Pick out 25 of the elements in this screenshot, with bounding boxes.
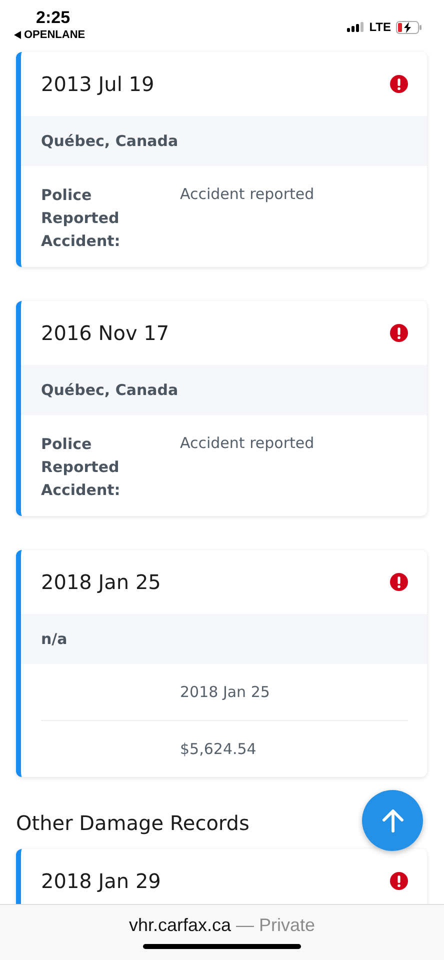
record-date: 2018 Jan 25 — [41, 570, 161, 594]
browsing-mode-label: — Private — [236, 915, 316, 935]
url-domain: vhr.carfax.ca — [128, 915, 231, 935]
network-label: LTE — [369, 20, 391, 34]
detail-value: 2018 Jan 25 — [180, 682, 270, 702]
detail-label: Police Reported Accident: — [41, 185, 122, 252]
back-arrow-icon[interactable] — [14, 31, 21, 39]
detail-label: Police Reported Accident: — [41, 434, 122, 501]
record-date: 2018 Jan 29 — [41, 869, 161, 893]
signal-icon — [347, 22, 364, 32]
detail-value: $5,624.54 — [180, 739, 256, 759]
record-date: 2016 Nov 17 — [41, 321, 170, 345]
status-time: 2:25 — [35, 8, 72, 28]
section-heading: Other Damage Records — [16, 811, 250, 835]
scroll-to-top-button[interactable] — [362, 790, 423, 851]
back-app-link[interactable]: OPENLANE — [24, 29, 86, 41]
address-bar[interactable]: vhr.carfax.ca — Private — [0, 904, 444, 960]
location-text: Québec, Canada — [41, 381, 178, 399]
arrow-up-icon — [382, 808, 404, 832]
record-date: 2013 Jul 19 — [41, 72, 154, 96]
location-text: n/a — [41, 630, 68, 648]
detail-value: Accident reported — [180, 184, 314, 205]
battery-charging-icon — [396, 20, 422, 34]
location-text: Québec, Canada — [41, 132, 178, 150]
detail-value: Accident reported — [180, 433, 314, 454]
